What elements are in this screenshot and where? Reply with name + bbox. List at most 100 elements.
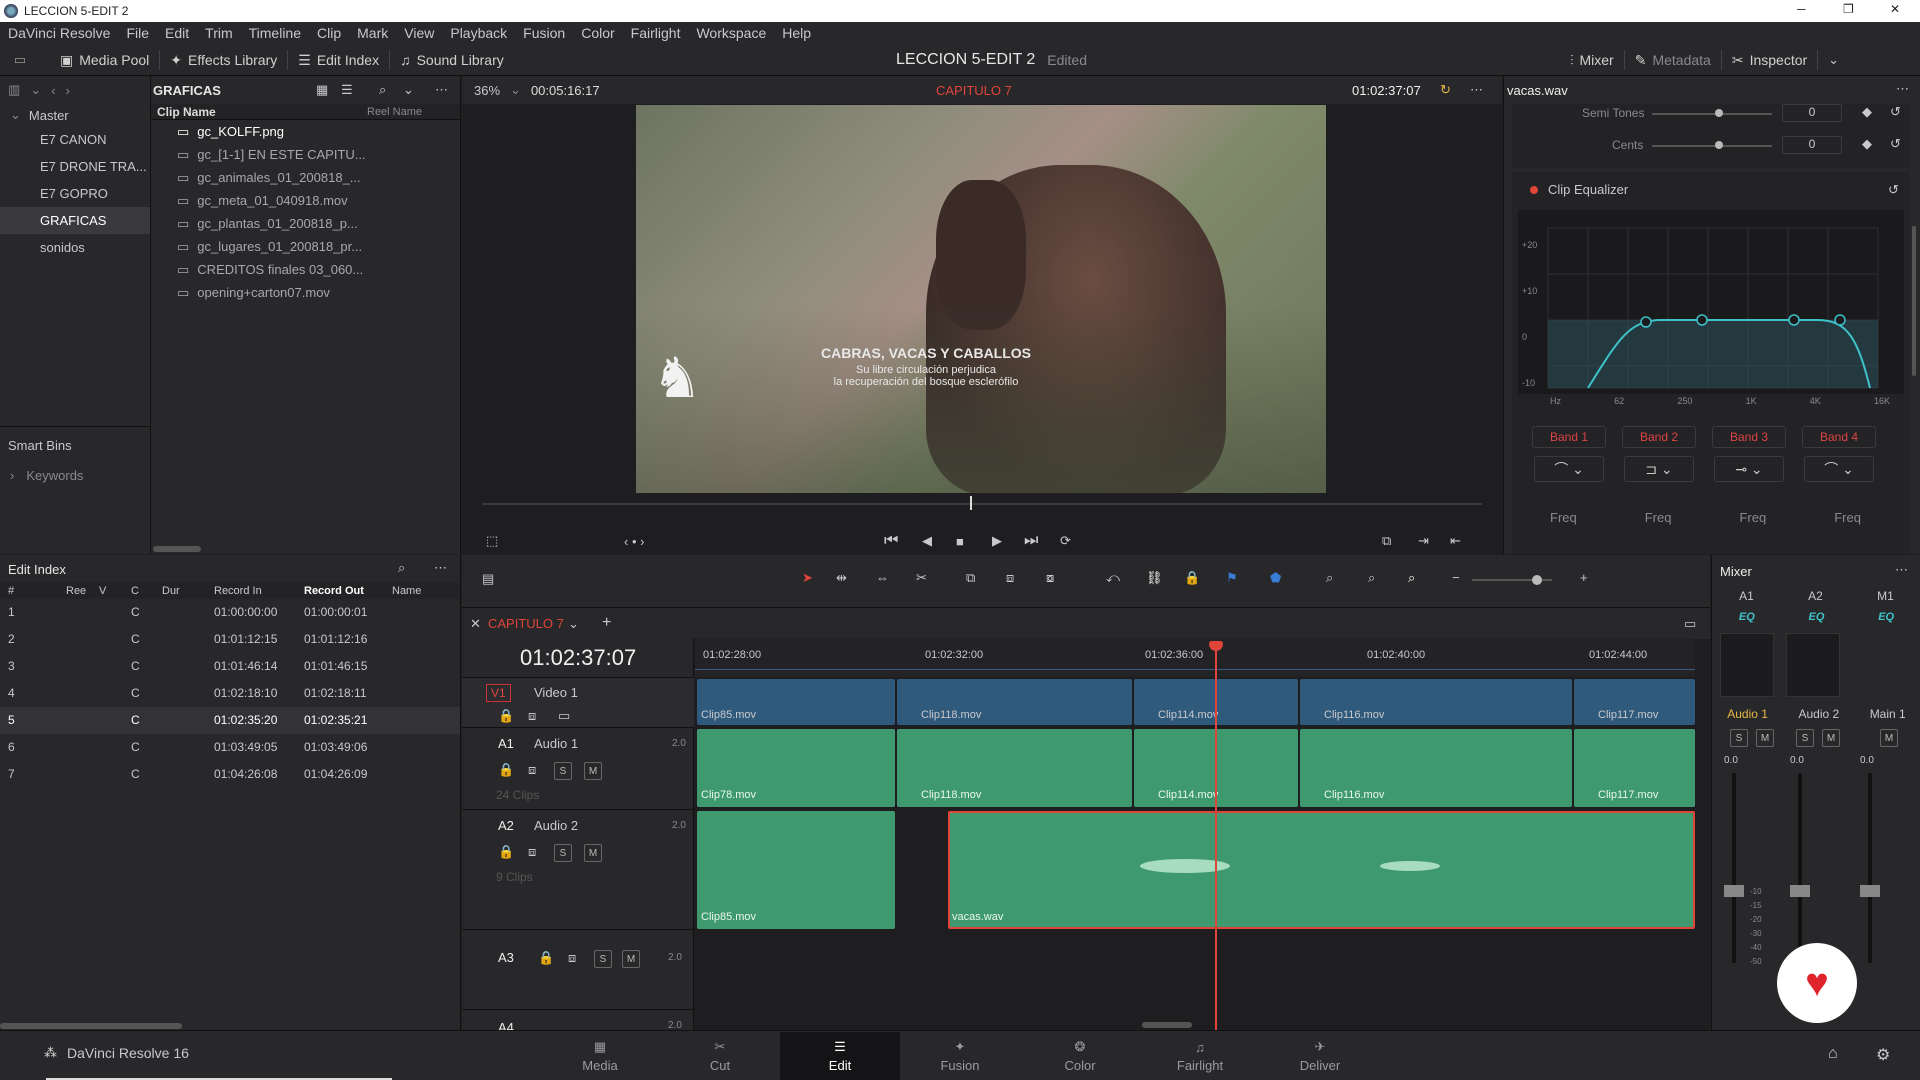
bin-item[interactable]: E7 CANON [0,126,150,153]
slider-knob[interactable] [1715,109,1723,117]
audio-clip[interactable]: Clip117.mov [1574,729,1695,807]
audio-clip-selected[interactable]: vacas.wav [948,811,1695,929]
mute-button[interactable]: M [622,950,640,968]
timeline-tab[interactable]: CAPITULO 7 [488,616,564,631]
match-frame-icon[interactable]: ⧉ [1382,533,1391,549]
column-reel-name[interactable]: Reel Name [367,106,422,118]
zoom-custom-icon[interactable]: ⌕ [1408,570,1415,586]
zoom-level[interactable]: 36% [474,83,500,98]
minimize-button[interactable]: ─ [1797,2,1806,16]
prev-next-icon[interactable]: ‹ • › [624,534,644,549]
blade-tool-icon[interactable]: ✂ [916,570,927,586]
menu-edit[interactable]: Edit [157,25,197,41]
chevron-down-icon[interactable]: ⌄ [510,82,521,98]
dropdown-icon[interactable]: ⌄ [403,82,414,98]
media-pool-button[interactable]: ▣ Media Pool [50,44,159,76]
forward-icon[interactable]: › [66,83,70,98]
audio-clip[interactable]: Clip116.mov [1300,729,1572,807]
reset-icon[interactable]: ↺ [1890,104,1901,120]
trim-tool-icon[interactable]: ⇹ [836,570,847,586]
bin-item[interactable]: E7 GOPRO [0,180,150,207]
clip-item[interactable]: ▭ gc_KOLFF.png [151,120,460,143]
sync-icon[interactable]: ↻ [1440,82,1451,98]
timeline-timecode[interactable]: 01:02:37:07 [520,645,636,671]
edit-index-row[interactable]: 1 C 01:00:00:00 01:00:00:01 [0,599,460,626]
auto-select-icon[interactable]: ⧈ [528,762,536,778]
viewer-layout-icon[interactable]: ▭ [1684,616,1696,632]
zoom-detail-icon[interactable]: ⌕ [1368,570,1375,586]
eq-enable-dot[interactable] [1530,186,1538,194]
lock-icon[interactable]: 🔒 [498,762,514,778]
edit-index-row[interactable]: 7 C 01:04:26:08 01:04:26:09 [0,761,460,788]
track-visibility-icon[interactable]: ▭ [558,708,570,724]
page-color[interactable]: ❂ Color [1020,1032,1140,1080]
eq-button[interactable]: EQ [1739,611,1755,623]
lock-icon[interactable]: 🔒 [498,844,514,860]
zoom-in-icon[interactable]: + [1580,570,1588,585]
semi-tones-value[interactable]: 0 [1782,104,1842,122]
zoom-full-icon[interactable]: ⌕ [1326,570,1333,586]
menu-fusion[interactable]: Fusion [515,25,573,41]
bin-item-selected[interactable]: GRAFICAS [0,207,150,234]
reset-icon[interactable]: ↺ [1890,136,1901,152]
snapping-icon[interactable]: ⤺ [1106,570,1120,586]
column-header[interactable]: C [131,585,139,597]
stop-icon[interactable]: ■ [956,534,964,549]
metadata-button[interactable]: ✎ Metadata [1625,44,1721,76]
replace-clip-icon[interactable]: ⧇ [1046,570,1054,586]
settings-icon[interactable]: ⚙ [1876,1045,1890,1065]
search-icon[interactable]: ⌕ [379,82,386,98]
scrub-playhead[interactable] [970,496,972,510]
close-tab-icon[interactable]: ✕ [470,616,481,632]
menu-playback[interactable]: Playback [442,25,515,41]
maximize-button[interactable]: ❐ [1843,2,1854,16]
fader-track[interactable] [1732,773,1736,963]
page-deliver[interactable]: ✈ Deliver [1260,1032,1380,1080]
more-options-icon[interactable]: ⋯ [435,82,448,98]
band-type-lowshelf[interactable]: ⊐ ⌄ [1624,456,1694,482]
solo-button[interactable]: S [1730,729,1748,747]
mixer-button[interactable]: ⫶ Mixer [1560,44,1624,76]
video-clip[interactable]: Clip117.mov [1574,679,1695,725]
bin-item[interactable]: E7 DRONE TRA... [0,153,150,180]
video-clip[interactable]: Clip118.mov [897,679,1132,725]
play-icon[interactable]: ▶ [992,533,1002,549]
edit-index-row[interactable]: 2 C 01:01:12:15 01:01:12:16 [0,626,460,653]
clip-item[interactable]: ▭ gc_plantas_01_200818_p... [151,212,460,235]
horizontal-scrollbar[interactable] [1142,1022,1192,1028]
lock-icon[interactable]: 🔒 [1184,570,1200,586]
reset-icon[interactable]: ↺ [1888,182,1899,198]
fader-track[interactable] [1798,773,1802,963]
column-header[interactable]: Dur [162,585,180,597]
more-options-icon[interactable]: ⋯ [1896,81,1909,97]
track-name[interactable]: Audio 1 [534,736,578,751]
track-id[interactable]: V1 [486,684,511,702]
audio-clip[interactable]: Clip85.mov [697,811,895,929]
track-id[interactable]: A4 [498,1020,514,1030]
menu-workspace[interactable]: Workspace [688,25,774,41]
page-media[interactable]: ▦ Media [540,1032,660,1080]
track-id[interactable]: A2 [498,818,514,833]
crop-icon[interactable]: ⬚ [486,533,498,549]
more-options-icon[interactable]: ⋯ [1895,562,1908,578]
eq-button[interactable]: EQ [1878,611,1894,623]
audio-clip[interactable]: Clip78.mov [697,729,895,807]
inspector-button[interactable]: ✂ Inspector [1722,44,1817,76]
band-type-highcut[interactable]: ⌒ ⌄ [1804,456,1874,482]
edit-index-row[interactable]: 4 C 01:02:18:10 01:02:18:11 [0,680,460,707]
track-id[interactable]: A1 [498,736,514,751]
fader-track[interactable] [1868,773,1872,963]
keywords-bin[interactable]: › Keywords [10,464,83,486]
band-4-button[interactable]: Band 4 [1802,426,1876,448]
menu-timeline[interactable]: Timeline [241,25,309,41]
column-header[interactable]: # [8,585,14,597]
video-clip[interactable]: Clip85.mov [697,679,895,725]
auto-select-icon[interactable]: ⧈ [528,708,536,724]
bin-item[interactable]: sonidos [0,234,150,261]
semi-tones-slider[interactable] [1652,113,1772,115]
menu-fairlight[interactable]: Fairlight [623,25,689,41]
band-2-button[interactable]: Band 2 [1622,426,1696,448]
track-name[interactable]: Audio 2 [534,818,578,833]
menu-trim[interactable]: Trim [197,25,240,41]
band-type-bell[interactable]: ⊸ ⌄ [1714,456,1784,482]
